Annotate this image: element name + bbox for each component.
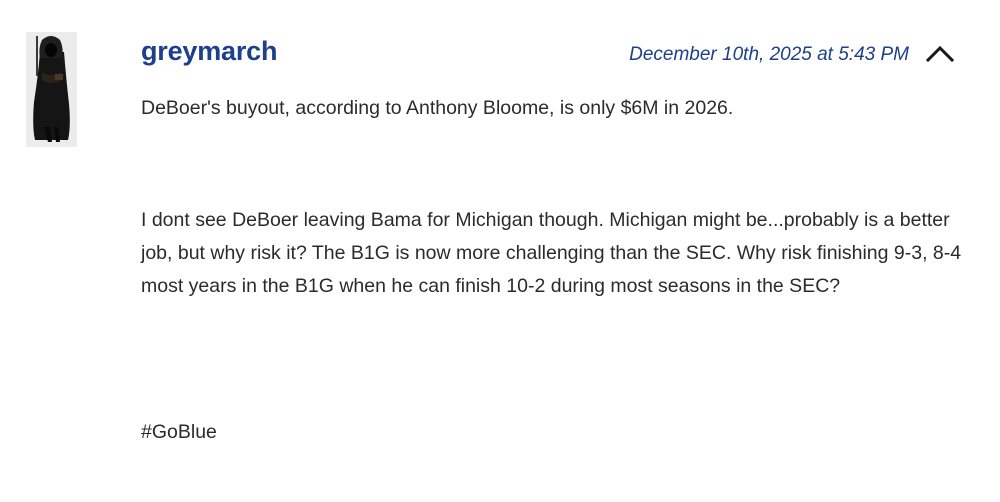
comment: greymarch December 10th, 2025 at 5:43 PM… xyxy=(0,0,1000,502)
comment-paragraph: I dont see DeBoer leaving Bama for Michi… xyxy=(141,209,962,297)
comment-hashtag: #GoBlue xyxy=(141,421,217,443)
comment-paragraph: DeBoer's buyout, according to Anthony Bl… xyxy=(141,97,734,119)
author-username-link[interactable]: greymarch xyxy=(141,36,277,67)
chevron-up-icon xyxy=(925,45,955,63)
avatar[interactable] xyxy=(26,32,77,147)
hooded-figure-avatar-image xyxy=(26,32,77,147)
collapse-button[interactable] xyxy=(924,40,956,66)
comment-timestamp: December 10th, 2025 at 5:43 PM xyxy=(629,44,909,65)
